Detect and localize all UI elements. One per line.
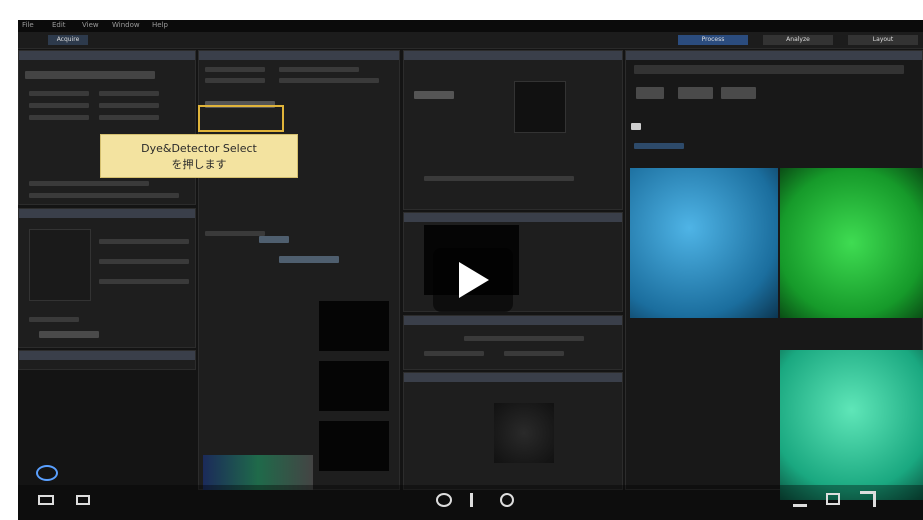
next-icon[interactable] xyxy=(470,493,482,507)
setting-row[interactable] xyxy=(29,115,89,120)
highlight-box xyxy=(198,105,284,132)
setting-row[interactable] xyxy=(464,336,584,341)
panel-title-bar xyxy=(19,51,195,60)
menu-file[interactable]: File xyxy=(22,21,34,29)
panel-title-bar[interactable] xyxy=(19,351,195,360)
setting-row[interactable] xyxy=(99,91,159,96)
cyan-channel-image[interactable] xyxy=(630,168,778,318)
share-icon[interactable] xyxy=(500,493,514,507)
tab-process[interactable]: Process xyxy=(678,35,748,45)
intensity-graph xyxy=(319,301,389,351)
tab-analyze[interactable]: Analyze xyxy=(763,35,833,45)
setting-row[interactable] xyxy=(424,351,484,356)
laser-preview xyxy=(514,81,566,133)
setting-row[interactable] xyxy=(414,91,454,99)
viewer-tab[interactable] xyxy=(631,123,641,130)
icon-toolbar[interactable] xyxy=(25,71,155,79)
viewer-tab[interactable] xyxy=(634,143,684,149)
callout-annotation: Dye&Detector Select を押します xyxy=(100,134,298,178)
laser-panel xyxy=(403,50,623,210)
setting-row[interactable] xyxy=(29,193,179,198)
play-icon xyxy=(459,262,489,298)
setting-row[interactable] xyxy=(99,279,189,284)
edit-icon[interactable] xyxy=(793,493,807,507)
setting-row[interactable] xyxy=(279,67,359,72)
captions-icon[interactable] xyxy=(38,495,54,505)
setting-row[interactable] xyxy=(29,181,149,186)
panel-title-bar xyxy=(626,51,922,60)
menu-window[interactable]: Window xyxy=(112,21,140,29)
tab-acquire[interactable]: Acquire xyxy=(48,35,88,45)
apply-button[interactable] xyxy=(39,331,99,338)
intensity-graph xyxy=(319,361,389,411)
setting-row[interactable] xyxy=(205,78,265,83)
menu-help[interactable]: Help xyxy=(152,21,168,29)
setting-row[interactable] xyxy=(99,103,159,108)
panel-title-bar xyxy=(404,51,622,60)
setting-row[interactable] xyxy=(99,115,159,120)
viewer-button[interactable] xyxy=(678,87,713,99)
image-icon[interactable] xyxy=(826,493,840,505)
tab-layout[interactable]: Layout xyxy=(848,35,918,45)
callout-line2: を押します xyxy=(171,158,227,171)
app-window: File Edit View Window Help Acquire Proce… xyxy=(18,20,923,520)
panel-title-bar xyxy=(404,213,622,222)
viewer-button[interactable] xyxy=(636,87,664,99)
menu-view[interactable]: View xyxy=(82,21,99,29)
intensity-graph xyxy=(319,421,389,471)
collapsed-panel xyxy=(18,350,196,370)
toolbar: Acquire Process Analyze Layout xyxy=(18,32,923,49)
scan-settings-panel xyxy=(18,50,196,205)
fullscreen-icon[interactable] xyxy=(860,491,876,507)
panel-title-bar xyxy=(404,373,622,382)
zoom-panel xyxy=(18,208,196,348)
viewer-button[interactable] xyxy=(721,87,756,99)
panel-title-bar xyxy=(199,51,399,60)
zoom-preview[interactable] xyxy=(29,229,91,301)
setting-row[interactable] xyxy=(99,239,189,244)
setting-row[interactable] xyxy=(504,351,564,356)
setting-row[interactable] xyxy=(29,91,89,96)
setting-row[interactable] xyxy=(29,103,89,108)
setting-row[interactable] xyxy=(279,78,379,83)
setting-row[interactable] xyxy=(259,236,289,243)
panel-title-bar xyxy=(19,209,195,218)
callout-line1: Dye&Detector Select xyxy=(141,142,257,155)
setting-row[interactable] xyxy=(205,231,265,236)
teal-channel-image[interactable] xyxy=(780,350,923,500)
menu-edit[interactable]: Edit xyxy=(52,21,66,29)
gauge-view xyxy=(494,403,554,463)
play-button[interactable] xyxy=(433,248,513,312)
viewer-toolbar[interactable] xyxy=(634,65,904,74)
setting-row[interactable] xyxy=(279,256,339,263)
player-control-bar xyxy=(18,465,923,520)
setting-row[interactable] xyxy=(99,259,189,264)
setting-row[interactable] xyxy=(424,176,574,181)
menu-bar: File Edit View Window Help xyxy=(18,20,923,32)
settings-icon[interactable] xyxy=(436,493,452,507)
panel-title-bar xyxy=(404,316,622,325)
green-channel-image[interactable] xyxy=(780,168,923,318)
setting-row[interactable] xyxy=(29,317,79,322)
detector-settings-panel xyxy=(403,315,623,370)
screen-icon[interactable] xyxy=(76,495,90,505)
volume-icon[interactable] xyxy=(36,465,58,481)
setting-row[interactable] xyxy=(205,67,265,72)
channel-list-panel xyxy=(403,372,623,490)
